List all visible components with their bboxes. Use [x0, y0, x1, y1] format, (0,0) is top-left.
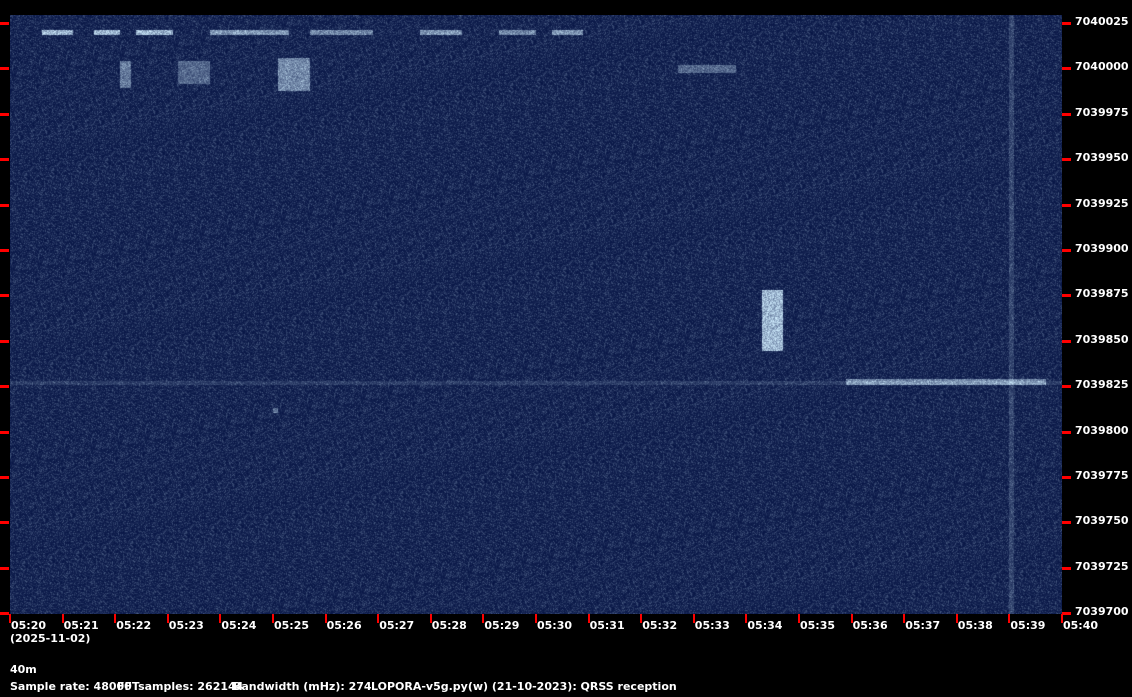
x-tick-label: 05:30 [537, 619, 573, 632]
x-tick-label: 05:39 [1010, 619, 1046, 632]
y-tick-right [1062, 294, 1071, 298]
y-tick-label: 7039750 [1075, 514, 1129, 528]
y-tick-left [0, 67, 9, 71]
y-tick-left [0, 158, 9, 162]
x-tick-label: 05:33 [694, 619, 730, 632]
y-tick-right [1062, 339, 1071, 343]
y-tick-label: 7039825 [1075, 378, 1129, 392]
y-tick-label: 7039975 [1075, 105, 1129, 119]
y-tick-right [1062, 22, 1071, 25]
y-tick-label: 7039850 [1075, 332, 1129, 346]
x-tick-label: 05:29 [484, 619, 520, 632]
y-tick-left [0, 566, 9, 570]
x-tick-label: 05:24 [221, 619, 257, 632]
y-tick-left [0, 430, 9, 434]
x-tick-label: 05:35 [800, 619, 836, 632]
x-tick-label: 05:36 [852, 619, 888, 632]
bandwidth: Bandwidth (mHz): 274 [233, 680, 372, 693]
x-tick-label: 05:27 [379, 619, 415, 632]
x-tick-label: 05:40 [1063, 619, 1099, 632]
y-tick-right [1062, 67, 1071, 71]
y-tick-right [1062, 158, 1071, 162]
y-tick-label: 7040025 [1075, 15, 1129, 28]
y-tick-right [1062, 112, 1071, 116]
y-tick-left [0, 521, 9, 525]
y-tick-right [1062, 612, 1071, 616]
y-tick-left [0, 112, 9, 116]
y-tick-left [0, 476, 9, 479]
y-tick-label: 7039725 [1075, 559, 1129, 573]
x-tick-label: 05:20 [11, 619, 47, 632]
x-tick-label: 05:22 [116, 619, 152, 632]
y-tick-left [0, 612, 9, 616]
y-tick-label: 7039925 [1075, 196, 1129, 210]
y-tick-left [0, 249, 9, 252]
y-tick-right [1062, 566, 1071, 570]
y-tick-left [0, 385, 9, 389]
x-tick-label: 05:21 [63, 619, 99, 632]
x-tick-label: 05:32 [642, 619, 678, 632]
y-tick-label: 7039950 [1075, 151, 1129, 165]
spectrogram-waterfall [10, 15, 1062, 614]
date-label: (2025-11-02) [10, 632, 91, 645]
y-tick-right [1062, 476, 1071, 479]
y-tick-label: 7039900 [1075, 242, 1129, 255]
y-tick-label: 7039875 [1075, 287, 1129, 301]
y-tick-right [1062, 430, 1071, 434]
y-tick-right [1062, 249, 1071, 252]
x-tick-label: 05:31 [589, 619, 625, 632]
fft-samples: FFTsamples: 262144 [117, 680, 244, 693]
x-tick-label: 05:26 [326, 619, 362, 632]
x-tick-label: 05:28 [431, 619, 467, 632]
y-tick-label: 7039800 [1075, 423, 1129, 437]
band-label: 40m [10, 663, 37, 676]
sample-rate: Sample rate: 48000 [10, 680, 132, 693]
y-tick-right [1062, 385, 1071, 389]
program-title: LOPORA-v5g.py(w) (21-10-2023): QRSS rece… [371, 680, 677, 693]
y-tick-label: 7039775 [1075, 469, 1129, 482]
y-tick-label: 7039700 [1075, 605, 1129, 619]
x-tick-label: 05:37 [905, 619, 941, 632]
y-tick-left [0, 339, 9, 343]
x-tick-label: 05:38 [957, 619, 993, 632]
y-tick-label: 7040000 [1075, 60, 1129, 74]
x-tick-label: 05:25 [274, 619, 310, 632]
x-tick-label: 05:23 [168, 619, 204, 632]
y-tick-right [1062, 521, 1071, 525]
y-tick-left [0, 294, 9, 298]
x-tick-label: 05:34 [747, 619, 783, 632]
y-tick-right [1062, 203, 1071, 207]
y-tick-left [0, 203, 9, 207]
y-tick-left [0, 22, 9, 25]
